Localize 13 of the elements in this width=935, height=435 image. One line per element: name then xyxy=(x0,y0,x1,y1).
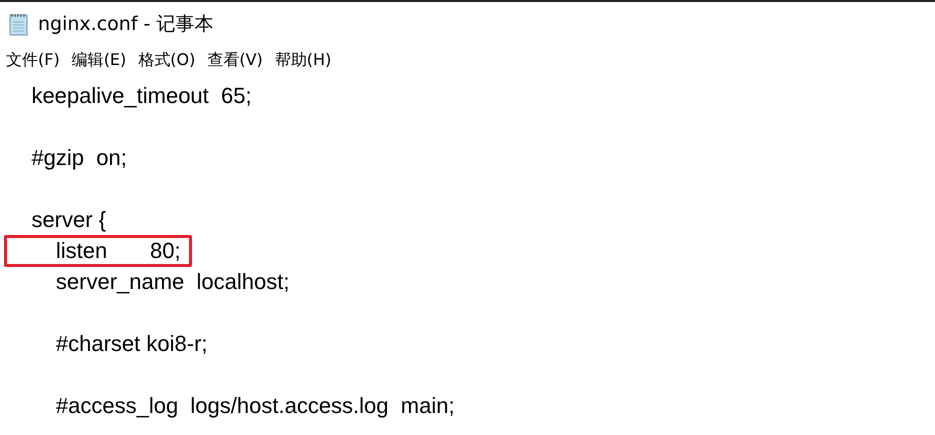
code-line: server_name localhost; xyxy=(54,268,290,296)
menu-item[interactable]: 格式(O) xyxy=(138,50,196,70)
code-line: keepalive_timeout 65; xyxy=(30,82,253,110)
menu-item[interactable]: 帮助(H) xyxy=(274,50,332,70)
code-line: server { xyxy=(30,206,108,234)
code-line: #access_log logs/host.access.log main; xyxy=(54,392,456,420)
menu-item[interactable]: 编辑(E) xyxy=(72,50,126,70)
code-line: #charset koi8-r; xyxy=(54,330,209,358)
notepad-icon xyxy=(8,12,30,36)
code-line: #gzip on; xyxy=(30,144,128,172)
menu-item[interactable]: 文件(F) xyxy=(6,50,60,70)
menu-item[interactable]: 查看(V) xyxy=(207,50,263,70)
window-title: nginx.conf - 记事本 xyxy=(38,12,214,37)
